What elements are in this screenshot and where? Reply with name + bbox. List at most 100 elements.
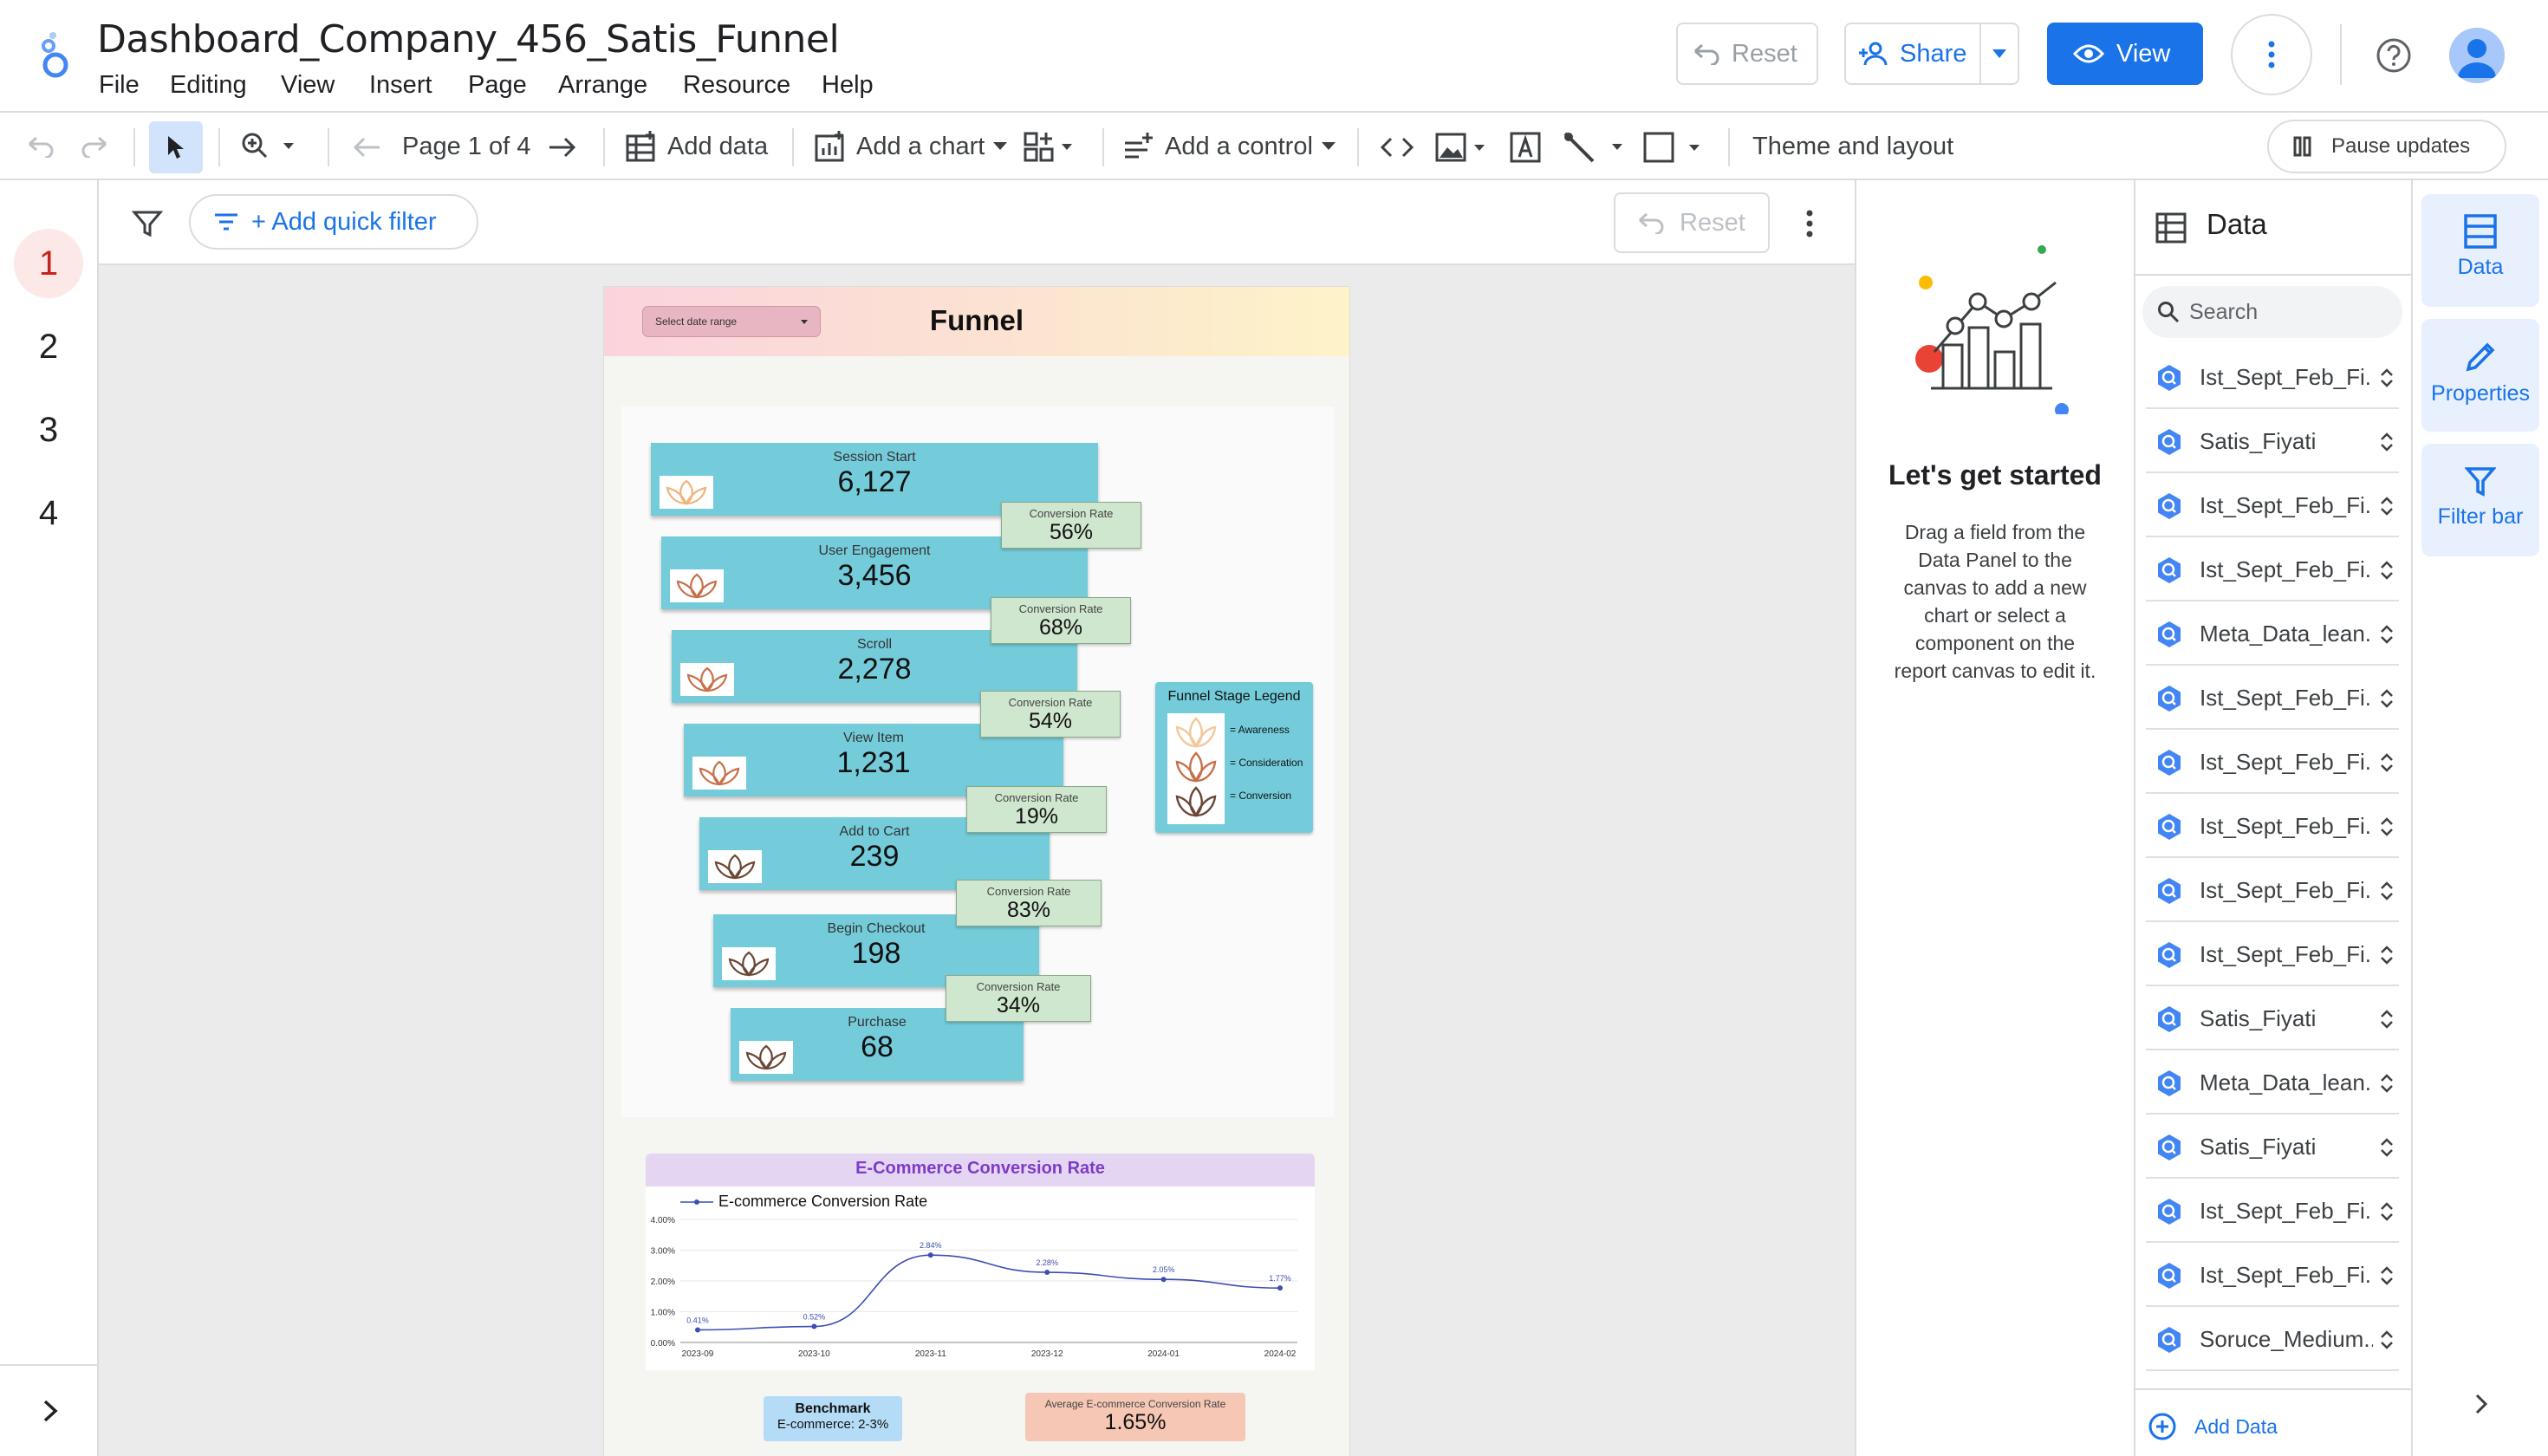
- data-source-item[interactable]: Satis_Fiyati: [2146, 988, 2399, 1050]
- benchmark-card[interactable]: Benchmark E-commerce: 2-3%: [764, 1396, 902, 1441]
- expand-collapse-icon[interactable]: [2376, 1198, 2397, 1225]
- menu-file[interactable]: File: [99, 71, 140, 100]
- page-tab-3[interactable]: 3: [14, 395, 83, 465]
- add-chart-icon: [813, 129, 848, 164]
- expand-collapse-icon[interactable]: [2376, 877, 2397, 905]
- conversion-rate-badge[interactable]: Conversion Rate 56%: [1001, 502, 1141, 549]
- report-page[interactable]: Select date range Funnel Session Start 6…: [603, 286, 1350, 1456]
- text-box-icon[interactable]: [1506, 128, 1544, 166]
- page-tab-2[interactable]: 2: [14, 312, 83, 381]
- expand-collapse-icon[interactable]: [2376, 1005, 2397, 1033]
- data-source-item[interactable]: Ist_Sept_Feb_Fi...: [2146, 539, 2399, 601]
- data-source-item[interactable]: Ist_Sept_Feb_Fi...: [2146, 731, 2399, 794]
- undo-icon[interactable]: [23, 128, 59, 165]
- page-tab-1[interactable]: 1: [14, 229, 83, 298]
- previous-page-icon[interactable]: [348, 130, 385, 165]
- theme-and-layout-button[interactable]: Theme and layout: [1752, 113, 1953, 180]
- expand-collapse-icon[interactable]: [2376, 1326, 2397, 1354]
- ecommerce-line-chart[interactable]: 4.00% 3.00% 2.00% 1.00% 0.00% 2023-09 2023-10 2…: [646, 1186, 1315, 1370]
- pause-updates-button[interactable]: Pause updates: [2267, 120, 2506, 173]
- share-button[interactable]: Share: [1844, 23, 2019, 85]
- data-source-item[interactable]: Ist_Sept_Feb_Fi...: [2146, 796, 2399, 858]
- expand-collapse-icon[interactable]: [2376, 1134, 2397, 1161]
- more-options-icon[interactable]: [2231, 14, 2312, 95]
- data-source-item[interactable]: Ist_Sept_Feb_Fi...: [2146, 1180, 2399, 1243]
- funnel-stage-legend[interactable]: Funnel Stage Legend = Awareness = Consid…: [1155, 682, 1313, 833]
- expand-collapse-icon[interactable]: [2376, 813, 2397, 841]
- add-component-icon[interactable]: [1023, 128, 1078, 166]
- tab-filter-bar[interactable]: Filter bar: [2421, 444, 2539, 556]
- data-label: 1.77%: [1269, 1274, 1291, 1283]
- collapse-panel-icon[interactable]: [2468, 1387, 2494, 1421]
- rail-divider: [0, 1364, 97, 1366]
- looker-studio-logo-icon[interactable]: [31, 29, 80, 81]
- menu-view[interactable]: View: [281, 71, 335, 100]
- expand-collapse-icon[interactable]: [2376, 1262, 2397, 1290]
- data-source-item[interactable]: Ist_Sept_Feb_Fi...: [2146, 860, 2399, 922]
- select-pointer-icon[interactable]: [149, 121, 203, 173]
- add-data-button[interactable]: Add data: [624, 113, 768, 180]
- menu-resource[interactable]: Resource: [683, 71, 790, 100]
- add-data-link[interactable]: Add Data: [2148, 1411, 2278, 1442]
- expand-collapse-icon[interactable]: [2376, 492, 2397, 520]
- help-icon[interactable]: [2375, 36, 2413, 75]
- zoom-icon[interactable]: [236, 127, 305, 166]
- date-range-control[interactable]: Select date range: [642, 306, 821, 337]
- expand-collapse-icon[interactable]: [2376, 428, 2397, 456]
- image-icon[interactable]: [1433, 128, 1491, 166]
- avatar[interactable]: [2449, 28, 2505, 83]
- shape-icon[interactable]: [1641, 128, 1707, 166]
- menu-page[interactable]: Page: [468, 71, 527, 100]
- filter-reset-button[interactable]: Reset: [1614, 192, 1770, 253]
- data-source-item[interactable]: Ist_Sept_Feb_Fi...: [2146, 1245, 2399, 1307]
- report-title: Funnel: [929, 304, 1024, 336]
- page-tab-4[interactable]: 4: [14, 478, 83, 548]
- redo-icon[interactable]: [76, 128, 113, 165]
- data-source-item[interactable]: Satis_Fiyati: [2146, 411, 2399, 473]
- data-source-item[interactable]: Ist_Sept_Feb_Fi...: [2146, 475, 2399, 537]
- conversion-rate-badge[interactable]: Conversion Rate 19%: [966, 786, 1107, 833]
- menu-editing[interactable]: Editing: [170, 71, 247, 100]
- view-button[interactable]: View: [2047, 23, 2203, 85]
- conversion-rate-badge[interactable]: Conversion Rate 34%: [946, 975, 1091, 1022]
- menu-help[interactable]: Help: [822, 71, 874, 100]
- conversion-rate-badge[interactable]: Conversion Rate 68%: [991, 597, 1131, 644]
- expand-collapse-icon[interactable]: [2376, 749, 2397, 777]
- add-quick-filter-button[interactable]: + Add quick filter: [189, 194, 478, 250]
- data-source-item[interactable]: Meta_Data_lean...: [2146, 1052, 2399, 1115]
- add-control-button[interactable]: Add a control: [1121, 113, 1336, 180]
- line-icon[interactable]: [1560, 128, 1629, 166]
- tab-properties[interactable]: Properties: [2421, 319, 2539, 432]
- data-source-item[interactable]: Soruce_Medium...: [2146, 1309, 2399, 1371]
- tab-data[interactable]: Data: [2421, 194, 2539, 307]
- add-chart-button[interactable]: Add a chart: [813, 113, 1008, 180]
- toolbar-divider: [1728, 128, 1730, 166]
- share-dropdown-icon[interactable]: [1979, 24, 2018, 83]
- more-vert-icon[interactable]: [1801, 205, 1818, 243]
- data-search-input[interactable]: Search: [2142, 286, 2402, 338]
- panel-divider: [2135, 274, 2411, 276]
- expand-collapse-icon[interactable]: [2376, 941, 2397, 969]
- menu-arrange[interactable]: Arrange: [558, 71, 647, 100]
- expand-collapse-icon[interactable]: [2376, 556, 2397, 584]
- undo-icon: [1692, 42, 1721, 65]
- embed-code-icon[interactable]: [1378, 128, 1416, 166]
- data-source-item[interactable]: Ist_Sept_Feb_Fi...: [2146, 667, 2399, 730]
- data-source-item[interactable]: Satis_Fiyati: [2146, 1116, 2399, 1179]
- expand-collapse-icon[interactable]: [2376, 685, 2397, 712]
- data-source-item[interactable]: Ist_Sept_Feb_Fi...: [2146, 924, 2399, 986]
- data-source-item[interactable]: Ist_Sept_Feb_Fi...: [2146, 347, 2399, 409]
- filter-icon[interactable]: [128, 205, 166, 243]
- expand-pages-icon[interactable]: [33, 1394, 68, 1428]
- conversion-rate-badge[interactable]: Conversion Rate 83%: [956, 880, 1102, 926]
- expand-collapse-icon[interactable]: [2376, 364, 2397, 392]
- expand-collapse-icon[interactable]: [2376, 621, 2397, 648]
- next-page-icon[interactable]: [544, 130, 581, 165]
- reset-button[interactable]: Reset: [1676, 23, 1818, 85]
- menu-insert[interactable]: Insert: [369, 71, 432, 100]
- data-source-item[interactable]: Meta_Data_lean...: [2146, 603, 2399, 666]
- conversion-rate-badge[interactable]: Conversion Rate 54%: [980, 691, 1121, 738]
- average-conversion-card[interactable]: Average E-commerce Conversion Rate 1.65%: [1025, 1393, 1245, 1441]
- expand-collapse-icon[interactable]: [2376, 1069, 2397, 1097]
- report-title[interactable]: Dashboard_Company_456_Satis_Funnel: [97, 17, 840, 62]
